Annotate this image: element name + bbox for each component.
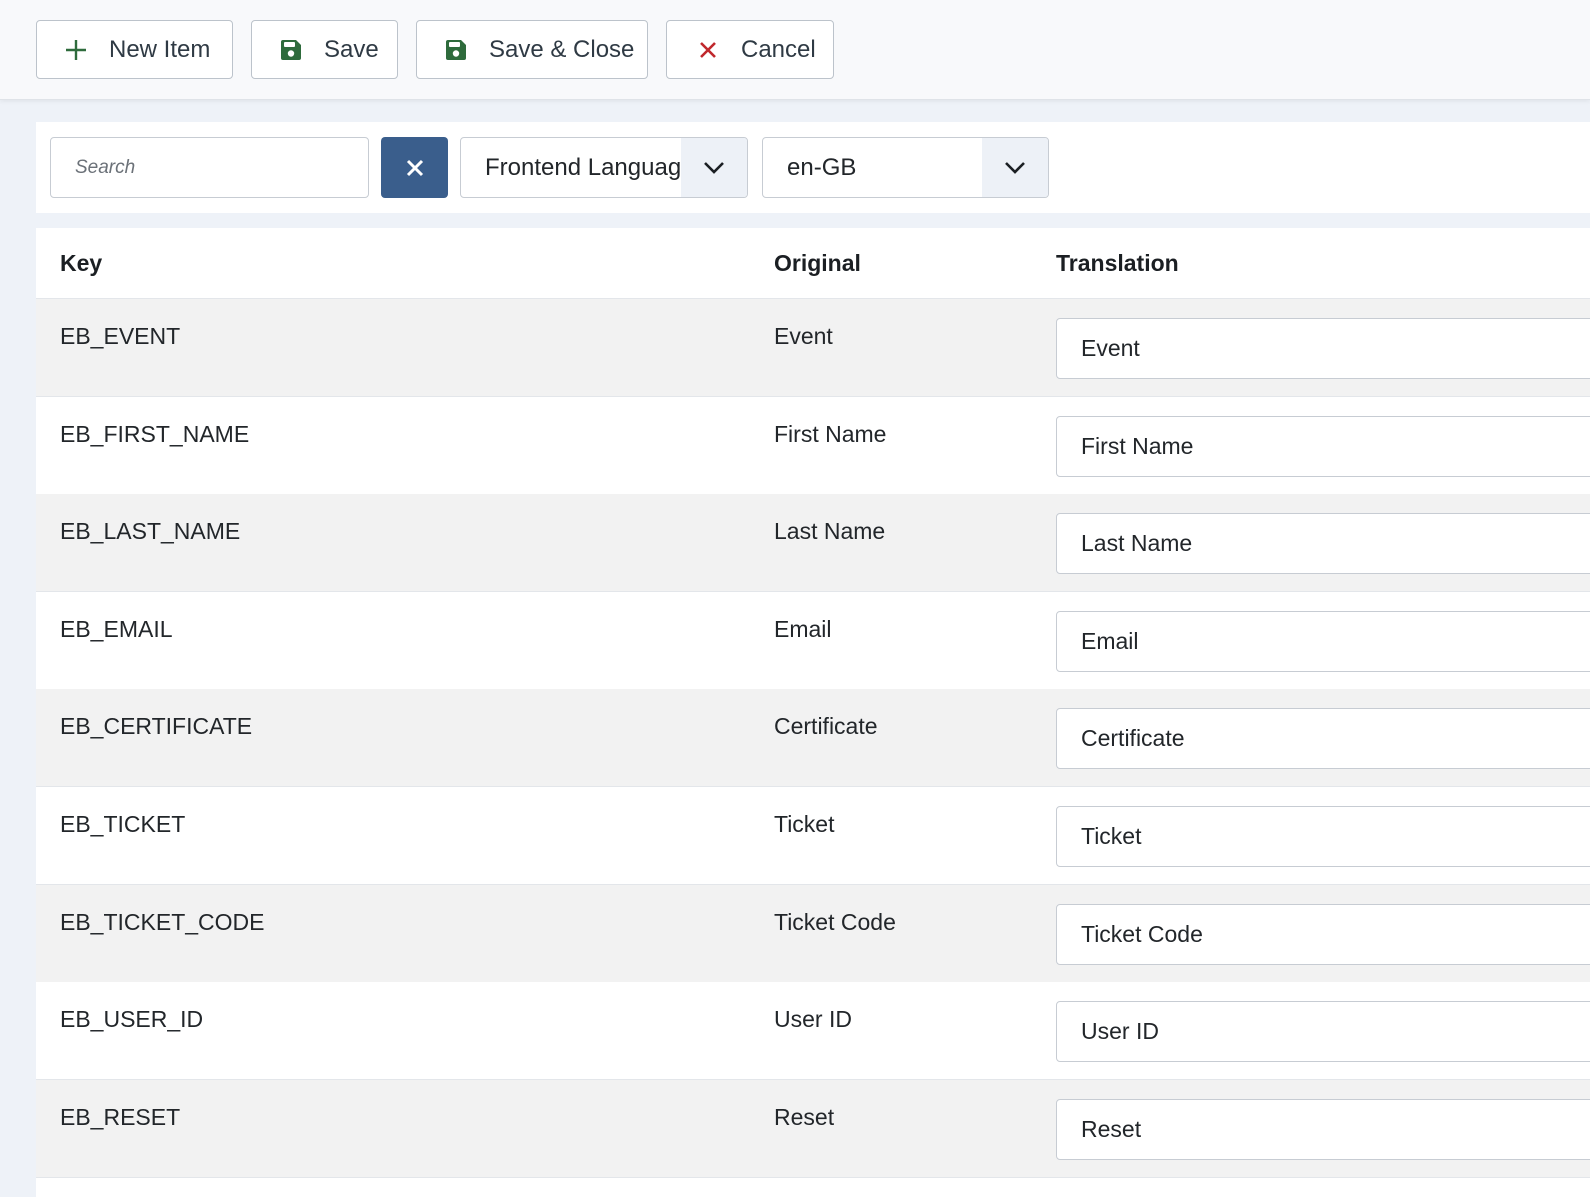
- save-close-label: Save & Close: [489, 35, 635, 63]
- save-label: Save: [324, 35, 379, 63]
- language-select[interactable]: Frontend Language: [460, 137, 748, 198]
- clear-search-button[interactable]: [381, 137, 448, 198]
- floppy-disk-icon: [278, 37, 304, 63]
- new-item-button[interactable]: New Item: [36, 20, 233, 79]
- row-original: Certificate: [774, 713, 878, 740]
- new-item-label: New Item: [109, 35, 211, 63]
- translation-input[interactable]: [1056, 415, 1590, 477]
- translation-input[interactable]: [1056, 806, 1590, 867]
- table-header: Key Original Translation: [36, 228, 1590, 299]
- close-icon: [695, 37, 721, 63]
- row-key: EB_FIRST_NAME: [60, 420, 250, 447]
- table-row: EB_CERTIFICATE Certificate: [36, 689, 1590, 788]
- filter-bar: Frontend Language en-GB: [36, 122, 1590, 213]
- row-key: EB_RESET: [60, 1103, 181, 1130]
- row-original: Ticket Code: [774, 908, 896, 935]
- table-row: EB_TICKET Ticket: [36, 787, 1590, 885]
- translation-input[interactable]: [1056, 708, 1590, 770]
- column-header-translation: Translation: [1056, 250, 1179, 276]
- translation-input[interactable]: [1056, 318, 1590, 379]
- language-select-value: Frontend Language: [485, 154, 681, 181]
- search-input[interactable]: [50, 137, 369, 198]
- table-row: EB_TICKET_CODE Ticket Code: [36, 884, 1590, 983]
- row-key: EB_TICKET: [60, 811, 186, 837]
- table-row: EB_USER_ID User ID: [36, 982, 1590, 1081]
- table-row: EB_EMAIL Email: [36, 591, 1590, 690]
- table-row: EB_FIRST_NAME First Name: [36, 396, 1590, 495]
- row-key: EB_TICKET_CODE: [60, 908, 265, 935]
- row-original: First Name: [774, 420, 887, 447]
- row-key: EB_LAST_NAME: [60, 518, 241, 545]
- locale-select-value: en-GB: [787, 154, 857, 181]
- translation-input[interactable]: [1056, 903, 1590, 965]
- row-original: Reset: [774, 1103, 835, 1130]
- row-original: User ID: [774, 1006, 852, 1033]
- cancel-button[interactable]: Cancel: [666, 20, 834, 79]
- translation-table: Key Original Translation EB_EVENTEventEB…: [36, 228, 1590, 1197]
- translation-input[interactable]: [1056, 1001, 1590, 1063]
- row-original: Event: [774, 323, 833, 349]
- close-icon: [406, 159, 424, 177]
- row-key: EB_EVENT: [60, 323, 181, 349]
- row-original: Email: [774, 615, 832, 642]
- translation-input[interactable]: [1056, 513, 1590, 575]
- save-close-button[interactable]: Save & Close: [416, 20, 648, 79]
- cancel-label: Cancel: [741, 35, 816, 63]
- table-row: EB_LAST_NAME Last Name: [36, 494, 1590, 593]
- toolbar: New Item Save Save & Close Cancel: [0, 0, 1590, 100]
- row-original: Ticket: [774, 811, 835, 837]
- column-header-original: Original: [774, 250, 861, 276]
- locale-select[interactable]: en-GB: [762, 137, 1049, 198]
- plus-icon: [63, 37, 89, 63]
- row-key: EB_USER_ID: [60, 1006, 204, 1033]
- translation-input[interactable]: [1056, 1098, 1590, 1160]
- chevron-down-icon: [681, 138, 747, 197]
- table-row: EB_RESET Reset: [36, 1079, 1590, 1178]
- translation-input[interactable]: [1056, 610, 1590, 672]
- table-row: EB_EVENT Event: [36, 299, 1590, 397]
- row-key: EB_CERTIFICATE: [60, 713, 253, 740]
- floppy-disk-icon: [443, 37, 469, 63]
- row-key: EB_EMAIL: [60, 615, 173, 642]
- save-button[interactable]: Save: [251, 20, 398, 79]
- row-original: Last Name: [774, 518, 886, 545]
- chevron-down-icon: [982, 138, 1048, 197]
- column-header-key: Key: [60, 250, 103, 276]
